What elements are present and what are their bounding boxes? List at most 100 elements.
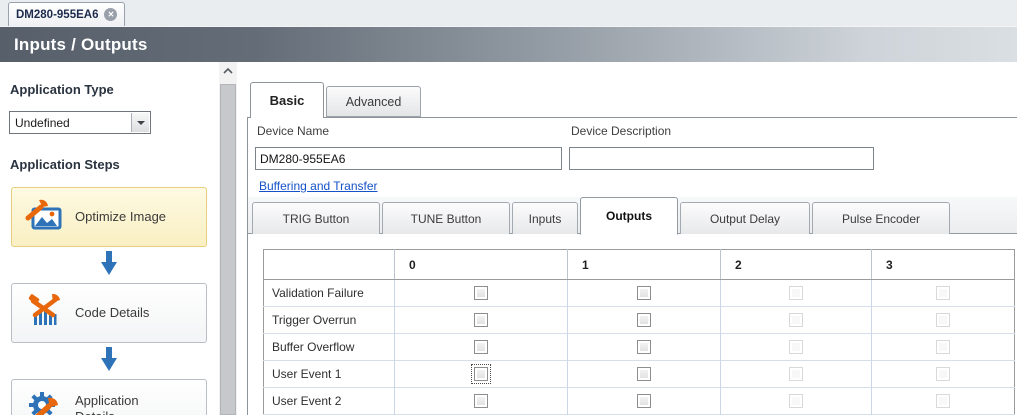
tab-basic[interactable]: Basic bbox=[250, 82, 324, 118]
output-checkbox-disabled bbox=[936, 367, 950, 381]
code-details-icon bbox=[25, 293, 63, 334]
output-checkbox[interactable] bbox=[637, 394, 651, 408]
row-label: Validation Failure bbox=[264, 280, 395, 307]
io-tab-trig-button[interactable]: TRIG Button bbox=[252, 202, 380, 234]
sidebar-scrollbar[interactable] bbox=[219, 62, 237, 415]
step-label: Application Details bbox=[75, 393, 175, 415]
checkbox-cell[interactable] bbox=[568, 388, 721, 415]
basic-tab-page: Device Name Device Description Buffering… bbox=[247, 117, 1017, 415]
main-panel: Basic Advanced Device Name Device Descri… bbox=[238, 62, 1017, 415]
outputs-grid-body: Validation FailureTrigger OverrunBuffer … bbox=[264, 280, 1015, 415]
step-button-optimize-image[interactable]: Optimize Image bbox=[11, 187, 207, 247]
table-row: User Event 1 bbox=[264, 361, 1015, 388]
optimize-image-icon bbox=[25, 197, 63, 238]
checkbox-cell bbox=[872, 334, 1015, 361]
down-arrow-icon bbox=[101, 347, 117, 376]
output-checkbox-disabled bbox=[789, 340, 803, 354]
page-title: Inputs / Outputs bbox=[14, 35, 148, 55]
output-checkbox-disabled bbox=[789, 367, 803, 381]
checkbox-cell[interactable] bbox=[568, 334, 721, 361]
table-row: Validation Failure bbox=[264, 280, 1015, 307]
output-checkbox-disabled bbox=[789, 394, 803, 408]
checkbox-cell bbox=[872, 388, 1015, 415]
device-description-label: Device Description bbox=[571, 124, 671, 138]
sidebar: Application Type Undefined Application S… bbox=[0, 62, 218, 415]
row-label: User Event 1 bbox=[264, 361, 395, 388]
io-tab-inputs[interactable]: Inputs bbox=[512, 202, 578, 234]
application-type-value: Undefined bbox=[15, 116, 70, 130]
outputs-grid: 0123 Validation FailureTrigger OverrunBu… bbox=[263, 249, 1015, 415]
buffering-transfer-link[interactable]: Buffering and Transfer bbox=[259, 179, 378, 193]
scrollbar-thumb[interactable] bbox=[220, 84, 236, 415]
io-tab-outputs[interactable]: Outputs bbox=[580, 197, 678, 235]
device-document-tab[interactable]: DM280-955EA6 ✕ bbox=[8, 2, 125, 26]
outputs-grid-header: 0123 bbox=[264, 250, 1015, 280]
table-row: Buffer Overflow bbox=[264, 334, 1015, 361]
checkbox-cell bbox=[721, 280, 872, 307]
output-checkbox[interactable] bbox=[474, 340, 488, 354]
output-checkbox-disabled bbox=[936, 313, 950, 327]
checkbox-cell bbox=[872, 280, 1015, 307]
down-arrow-icon bbox=[101, 251, 117, 280]
output-checkbox[interactable] bbox=[637, 340, 651, 354]
row-label: Buffer Overflow bbox=[264, 334, 395, 361]
checkbox-cell[interactable] bbox=[568, 361, 721, 388]
step-button-application-details[interactable]: Application Details bbox=[11, 379, 207, 415]
table-row: Trigger Overrun bbox=[264, 307, 1015, 334]
output-checkbox-disabled bbox=[936, 286, 950, 300]
checkbox-cell[interactable] bbox=[395, 280, 568, 307]
page-header: Inputs / Outputs bbox=[0, 26, 1017, 62]
checkbox-cell bbox=[721, 388, 872, 415]
output-checkbox[interactable] bbox=[474, 313, 488, 327]
output-checkbox[interactable] bbox=[637, 313, 651, 327]
close-tab-icon[interactable]: ✕ bbox=[104, 8, 117, 21]
application-details-icon bbox=[25, 388, 63, 415]
column-header: 3 bbox=[872, 250, 1015, 280]
row-label: User Event 2 bbox=[264, 388, 395, 415]
step-label: Code Details bbox=[75, 305, 175, 321]
io-tab-strip: TRIG ButtonTUNE ButtonInputsOutputsOutpu… bbox=[248, 197, 1017, 234]
checkbox-cell[interactable] bbox=[395, 334, 568, 361]
checkbox-cell[interactable] bbox=[568, 307, 721, 334]
document-tabbar: DM280-955EA6 ✕ bbox=[0, 0, 1017, 26]
checkbox-cell bbox=[721, 307, 872, 334]
output-checkbox-disabled bbox=[936, 394, 950, 408]
device-name-label: Device Name bbox=[257, 124, 329, 138]
io-tab-output-delay[interactable]: Output Delay bbox=[680, 202, 810, 234]
checkbox-cell[interactable] bbox=[395, 361, 568, 388]
output-checkbox-disabled bbox=[789, 313, 803, 327]
device-description-input[interactable] bbox=[569, 147, 874, 170]
io-tab-tune-button[interactable]: TUNE Button bbox=[382, 202, 510, 234]
io-tab-pulse-encoder[interactable]: Pulse Encoder bbox=[812, 202, 950, 234]
chevron-down-icon[interactable] bbox=[131, 113, 149, 132]
table-row: User Event 2 bbox=[264, 388, 1015, 415]
output-checkbox[interactable] bbox=[474, 394, 488, 408]
checkbox-cell bbox=[872, 307, 1015, 334]
checkbox-cell[interactable] bbox=[568, 280, 721, 307]
step-label: Optimize Image bbox=[75, 209, 175, 225]
output-checkbox-disabled bbox=[936, 340, 950, 354]
row-label: Trigger Overrun bbox=[264, 307, 395, 334]
app-window: DM280-955EA6 ✕ Inputs / Outputs Applicat… bbox=[0, 0, 1017, 415]
output-checkbox[interactable] bbox=[637, 286, 651, 300]
application-type-select[interactable]: Undefined bbox=[9, 111, 151, 134]
checkbox-cell[interactable] bbox=[395, 388, 568, 415]
column-header: 1 bbox=[568, 250, 721, 280]
step-button-code-details[interactable]: Code Details bbox=[11, 283, 207, 343]
application-type-label: Application Type bbox=[10, 82, 114, 97]
column-header: 2 bbox=[721, 250, 872, 280]
output-checkbox[interactable] bbox=[474, 286, 488, 300]
output-checkbox-disabled bbox=[789, 286, 803, 300]
application-steps-label: Application Steps bbox=[10, 157, 120, 172]
output-checkbox[interactable] bbox=[474, 367, 488, 381]
tab-advanced[interactable]: Advanced bbox=[326, 86, 421, 117]
checkbox-cell bbox=[872, 361, 1015, 388]
device-name-input[interactable] bbox=[255, 147, 562, 170]
output-checkbox[interactable] bbox=[637, 367, 651, 381]
application-steps-list: Optimize Image Code Details bbox=[0, 187, 218, 415]
column-header bbox=[264, 250, 395, 280]
checkbox-cell bbox=[721, 361, 872, 388]
scroll-up-icon[interactable] bbox=[219, 62, 237, 80]
checkbox-cell[interactable] bbox=[395, 307, 568, 334]
column-header: 0 bbox=[395, 250, 568, 280]
